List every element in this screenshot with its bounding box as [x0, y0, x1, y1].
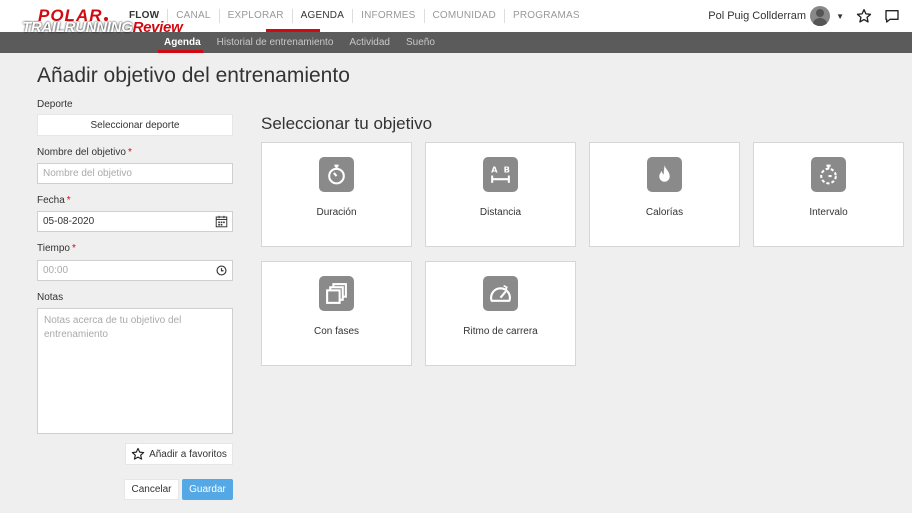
- user-area: Pol Puig Collderram ▼: [708, 0, 912, 32]
- phases-icon: [319, 276, 354, 311]
- time-placeholder: 00:00: [43, 265, 69, 276]
- speedometer-icon: [483, 276, 518, 311]
- date-value: 05-08-2020: [43, 216, 95, 227]
- star-icon[interactable]: [856, 8, 872, 24]
- stopwatch-icon: [319, 157, 354, 192]
- nav-programas[interactable]: PROGRAMAS: [503, 9, 588, 23]
- clock-icon[interactable]: [215, 264, 228, 277]
- time-input[interactable]: 00:00: [37, 260, 233, 281]
- goal-card-label: Calorías: [645, 207, 684, 218]
- goal-card-calories[interactable]: Calorías: [589, 142, 740, 247]
- date-input[interactable]: 05-08-2020: [37, 211, 233, 232]
- save-button[interactable]: Guardar: [182, 479, 233, 500]
- goal-card-distance[interactable]: AB Distancia: [425, 142, 576, 247]
- goal-name-label: Nombre del objetivo *: [37, 147, 132, 158]
- goal-card-label: Duración: [316, 207, 357, 218]
- add-to-favorites-button[interactable]: Añadir a favoritos: [125, 443, 233, 465]
- cancel-button[interactable]: Cancelar: [124, 479, 179, 500]
- subnav-actividad[interactable]: Actividad: [341, 37, 398, 48]
- goal-name-input[interactable]: Nombre del objetivo: [37, 163, 233, 184]
- message-icon[interactable]: [884, 8, 900, 24]
- nav-explorar[interactable]: EXPLORAR: [218, 9, 292, 23]
- add-to-favorites-label: Añadir a favoritos: [149, 448, 227, 460]
- goal-section-title: Seleccionar tu objetivo: [261, 114, 433, 133]
- user-name[interactable]: Pol Puig Collderram: [708, 10, 806, 22]
- svg-text:B: B: [504, 164, 510, 174]
- avatar[interactable]: [810, 6, 831, 26]
- trailrunning-review-watermark: TRAILRUNNINGReview: [22, 19, 183, 36]
- goal-card-duration[interactable]: Duración: [261, 142, 412, 247]
- sport-label: Deporte: [37, 99, 73, 110]
- interval-timer-icon: [811, 157, 846, 192]
- nav-informes[interactable]: INFORMES: [352, 9, 423, 23]
- notes-label: Notas: [37, 292, 64, 303]
- goal-card-label: Con fases: [313, 326, 360, 337]
- main-nav: FLOW CANAL EXPLORAR AGENDA INFORMES COMU…: [121, 0, 588, 32]
- subnav-agenda[interactable]: Agenda: [156, 37, 209, 48]
- page-title: Añadir objetivo del entrenamiento: [37, 64, 350, 87]
- user-menu-chevron-down-icon[interactable]: ▼: [836, 12, 844, 21]
- subnav-sueno[interactable]: Sueño: [398, 37, 443, 48]
- goal-card-label: Distancia: [479, 207, 522, 218]
- notes-textarea[interactable]: Notas acerca de tu objetivo del entrenam…: [37, 308, 233, 434]
- subnav-historial[interactable]: Historial de entrenamiento: [209, 37, 342, 48]
- flame-icon: [647, 157, 682, 192]
- time-label: Tiempo *: [37, 243, 76, 254]
- select-sport-button[interactable]: Seleccionar deporte: [37, 114, 233, 136]
- goal-card-race-pace[interactable]: Ritmo de carrera: [425, 261, 576, 366]
- active-subnav-indicator: [158, 50, 203, 53]
- nav-agenda[interactable]: AGENDA: [291, 9, 352, 23]
- star-outline-icon: [131, 447, 145, 460]
- calendar-icon[interactable]: [215, 215, 228, 228]
- goal-card-label: Intervalo: [809, 207, 848, 218]
- goal-card-interval[interactable]: Intervalo: [753, 142, 904, 247]
- svg-text:A: A: [491, 164, 498, 174]
- goal-card-label: Ritmo de carrera: [463, 326, 538, 337]
- distance-ab-icon: AB: [483, 157, 518, 192]
- goal-card-phases[interactable]: Con fases: [261, 261, 412, 366]
- nav-comunidad[interactable]: COMUNIDAD: [423, 9, 504, 23]
- date-label: Fecha *: [37, 195, 71, 206]
